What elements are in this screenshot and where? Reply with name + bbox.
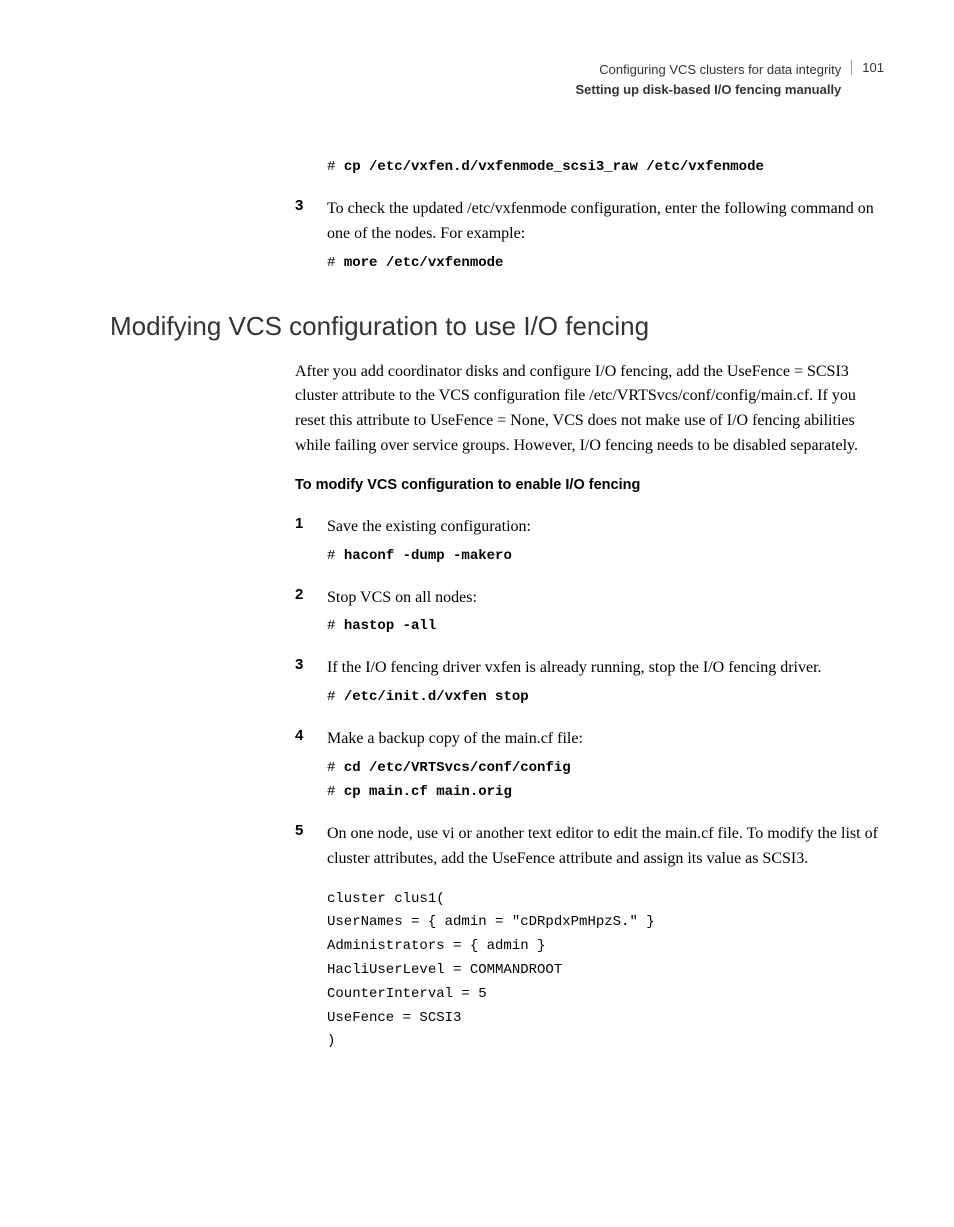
page-number: 101 (851, 60, 884, 75)
top-content: # cp /etc/vxfen.d/vxfenmode_scsi3_raw /e… (295, 159, 884, 271)
code-text: cluster clus1( (327, 891, 445, 907)
page-header: Configuring VCS clusters for data integr… (110, 60, 884, 99)
header-title: Configuring VCS clusters for data integr… (575, 60, 841, 80)
step-text: If the I/O fencing driver vxfen is alrea… (327, 656, 822, 681)
step-text: Make a backup copy of the main.cf file: (327, 727, 583, 752)
code-text: ) (327, 1033, 335, 1049)
code-prompt: # (327, 618, 344, 634)
section-heading: Modifying VCS configuration to use I/O f… (110, 311, 884, 342)
code-prompt: # (327, 784, 344, 800)
step-text: On one node, use vi or another text edit… (327, 822, 884, 872)
step-text: Stop VCS on all nodes: (327, 586, 477, 611)
header-text: Configuring VCS clusters for data integr… (575, 60, 841, 99)
code-line: # hastop -all (327, 618, 884, 634)
step-5-code-block: cluster clus1( UserNames = { admin = "cD… (327, 888, 884, 1055)
step-text: Save the existing configuration: (327, 515, 531, 540)
step-number: 2 (295, 586, 327, 611)
code-line: # cp /etc/vxfen.d/vxfenmode_scsi3_raw /e… (327, 159, 884, 175)
code-prompt: # (327, 689, 344, 705)
code-prompt: # (327, 760, 344, 776)
step-number: 1 (295, 515, 327, 540)
step-2: 2 Stop VCS on all nodes: (295, 586, 884, 611)
code-command: more /etc/vxfenmode (344, 255, 504, 271)
step-5: 5 On one node, use vi or another text ed… (295, 822, 884, 872)
code-command: cp /etc/vxfen.d/vxfenmode_scsi3_raw /etc… (344, 159, 764, 175)
step-text: To check the updated /etc/vxfenmode conf… (327, 197, 884, 247)
code-line: # more /etc/vxfenmode (327, 255, 884, 271)
code-prompt: # (327, 548, 344, 564)
header-subtitle: Setting up disk-based I/O fencing manual… (575, 80, 841, 100)
code-command: /etc/init.d/vxfen stop (344, 689, 529, 705)
code-text-bold: UseFence = SCSI3 (327, 1010, 461, 1026)
code-line: # haconf -dump -makero (327, 548, 884, 564)
code-command: hastop -all (344, 618, 436, 634)
code-text: UserNames = { admin = "cDRpdxPmHpzS." } (327, 914, 655, 930)
code-prompt: # (327, 159, 344, 175)
step-3-code: # /etc/init.d/vxfen stop (327, 689, 884, 705)
step-number: 3 (295, 197, 327, 247)
code-command: cp main.cf main.orig (344, 784, 512, 800)
step-number: 4 (295, 727, 327, 752)
top-code-wrap: # cp /etc/vxfen.d/vxfenmode_scsi3_raw /e… (327, 159, 884, 175)
step-4-code: # cd /etc/VRTSvcs/conf/config # cp main.… (327, 760, 884, 800)
step-3: 3 If the I/O fencing driver vxfen is alr… (295, 656, 884, 681)
section-body: After you add coordinator disks and conf… (295, 360, 884, 1055)
code-command: haconf -dump -makero (344, 548, 512, 564)
procedure-heading: To modify VCS configuration to enable I/… (295, 477, 884, 493)
code-prompt: # (327, 255, 344, 271)
code-text: HacliUserLevel = COMMANDROOT (327, 962, 562, 978)
step-number: 3 (295, 656, 327, 681)
code-line: # cp main.cf main.orig (327, 784, 884, 800)
code-text: Administrators = { admin } (327, 938, 545, 954)
step-3-top-code: # more /etc/vxfenmode (327, 255, 884, 271)
code-line: # /etc/init.d/vxfen stop (327, 689, 884, 705)
code-text: CounterInterval = 5 (327, 986, 487, 1002)
code-command: cd /etc/VRTSvcs/conf/config (344, 760, 571, 776)
step-4: 4 Make a backup copy of the main.cf file… (295, 727, 884, 752)
step-2-code: # hastop -all (327, 618, 884, 634)
step-number: 5 (295, 822, 327, 872)
step-3-top: 3 To check the updated /etc/vxfenmode co… (295, 197, 884, 247)
step-1-code: # haconf -dump -makero (327, 548, 884, 564)
step-1: 1 Save the existing configuration: (295, 515, 884, 540)
intro-paragraph: After you add coordinator disks and conf… (295, 360, 884, 459)
code-line: # cd /etc/VRTSvcs/conf/config (327, 760, 884, 776)
